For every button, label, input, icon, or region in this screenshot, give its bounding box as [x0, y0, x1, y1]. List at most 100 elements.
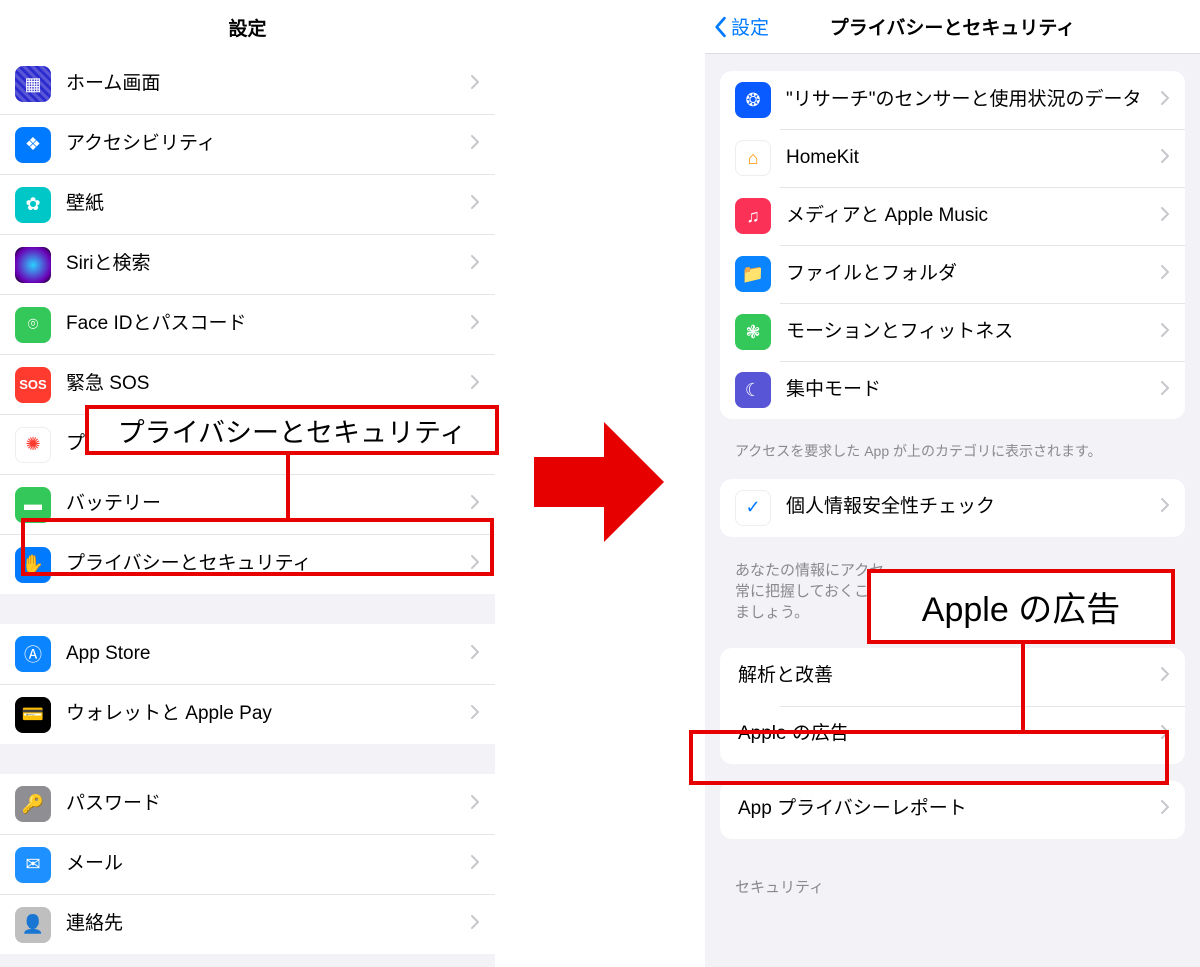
- chevron-right-icon: [1160, 799, 1170, 820]
- battery-icon: ▬: [15, 487, 51, 523]
- row-label: メール: [66, 852, 470, 877]
- row-label: Face IDとパスコード: [66, 312, 470, 337]
- home-screen-icon: ▦: [15, 66, 51, 102]
- row-label: アクセシビリティ: [66, 132, 470, 157]
- row-label: Apple の広告: [738, 722, 1160, 747]
- row-research[interactable]: ❂"リサーチ"のセンサーと使用状況のデータ: [720, 71, 1185, 129]
- safety-check-icon: ✓: [735, 490, 771, 526]
- focus-icon: ☾: [735, 372, 771, 408]
- row-label: 個人情報安全性チェック: [786, 495, 1160, 520]
- row-focus[interactable]: ☾ 集中モード: [720, 361, 1185, 419]
- row-label: 連絡先: [66, 912, 470, 937]
- row-contacts[interactable]: 👤 連絡先: [0, 894, 495, 954]
- homekit-icon: ⌂: [735, 140, 771, 176]
- row-app-store[interactable]: Ⓐ App Store: [0, 624, 495, 684]
- chevron-right-icon: [1160, 322, 1170, 343]
- accessibility-icon: ❖: [15, 127, 51, 163]
- mail-icon: ✉: [15, 847, 51, 883]
- chevron-right-icon: [470, 494, 480, 515]
- motion-icon: ❃: [735, 314, 771, 350]
- privacy-icon: ✋: [15, 547, 51, 583]
- row-label: App Store: [66, 642, 470, 667]
- chevron-right-icon: [1160, 148, 1170, 169]
- row-motion[interactable]: ❃ モーションとフィットネス: [720, 303, 1185, 361]
- row-label: ホーム画面: [66, 72, 470, 97]
- row-label: モーションとフィットネス: [786, 320, 1160, 345]
- row-wallpaper[interactable]: ✿ 壁紙: [0, 174, 495, 234]
- chevron-right-icon: [470, 704, 480, 725]
- chevron-right-icon: [470, 134, 480, 155]
- row-label: App プライバシーレポート: [738, 797, 1160, 822]
- page-title: 設定: [228, 14, 266, 41]
- chevron-right-icon: [1160, 90, 1170, 111]
- row-media[interactable]: ♫ メディアと Apple Music: [720, 187, 1185, 245]
- row-face-id[interactable]: ⌾Face IDとパスコード: [0, 294, 495, 354]
- row-label: ウォレットと Apple Pay: [66, 702, 470, 727]
- callout-connector: [1021, 644, 1025, 730]
- phone-privacy: 設定 プライバシーとセキュリティ ❂"リサーチ"のセンサーと使用状況のデータ⌂H…: [705, 0, 1200, 967]
- row-label: 解析と改善: [738, 664, 1160, 689]
- canvas: 設定 ▦ ホーム画面 ❖ アクセシビリティ ✿ 壁紙 Siriと検索⌾Face IDとパスコ…: [0, 0, 1200, 967]
- chevron-right-icon: [470, 854, 480, 875]
- row-apple-ads[interactable]: Apple の広告: [720, 706, 1185, 764]
- emergency-sos-icon: SOS: [15, 367, 51, 403]
- back-button[interactable]: 設定: [713, 13, 769, 40]
- row-safety-check[interactable]: ✓ 個人情報安全性チェック: [720, 479, 1185, 537]
- settings-group: 🔑パスワード ✉ メール 👤 連絡先: [0, 774, 495, 967]
- privacy-group-ads: 解析と改善 Apple の広告: [720, 648, 1185, 764]
- row-siri-search[interactable]: Siriと検索: [0, 234, 495, 294]
- section-header-security: セキュリティ: [705, 856, 1200, 897]
- row-analytics[interactable]: 解析と改善: [720, 648, 1185, 706]
- privacy-list[interactable]: ❂"リサーチ"のセンサーと使用状況のデータ⌂HomeKit ♫ メディアと Appl…: [705, 71, 1200, 897]
- row-passwords[interactable]: 🔑パスワード: [0, 774, 495, 834]
- chevron-right-icon: [1160, 724, 1170, 745]
- settings-group: Ⓐ App Store 💳 ウォレットと Apple Pay: [0, 624, 495, 774]
- row-privacy[interactable]: ✋ プライバシーとセキュリティ: [0, 534, 495, 594]
- callout-connector: [286, 455, 290, 518]
- row-home-screen[interactable]: ▦ ホーム画面: [0, 54, 495, 114]
- chevron-right-icon: [470, 314, 480, 335]
- privacy-group-apps: ❂"リサーチ"のセンサーと使用状況のデータ⌂HomeKit ♫ メディアと Appl…: [720, 71, 1185, 419]
- row-battery[interactable]: ▬バッテリー: [0, 474, 495, 534]
- row-label: プライバシーとセキュリティ: [66, 552, 470, 577]
- arrow-icon: [534, 422, 664, 542]
- chevron-right-icon: [1160, 264, 1170, 285]
- chevron-right-icon: [470, 374, 480, 395]
- back-label: 設定: [731, 13, 769, 40]
- media-icon: ♫: [735, 198, 771, 234]
- row-label: パスワード: [66, 792, 470, 817]
- phone-settings: 設定 ▦ ホーム画面 ❖ アクセシビリティ ✿ 壁紙 Siriと検索⌾Face IDとパスコ…: [0, 0, 495, 967]
- chevron-right-icon: [470, 194, 480, 215]
- chevron-right-icon: [1160, 380, 1170, 401]
- chevron-right-icon: [470, 254, 480, 275]
- callout-label: Apple の広告: [922, 582, 1120, 631]
- row-label: メディアと Apple Music: [786, 204, 1160, 229]
- chevron-left-icon: [713, 16, 727, 38]
- chevron-right-icon: [1160, 206, 1170, 227]
- exposure-icon: ✺: [15, 427, 51, 463]
- settings-list[interactable]: ▦ ホーム画面 ❖ アクセシビリティ ✿ 壁紙 Siriと検索⌾Face IDとパスコード S…: [0, 54, 495, 967]
- row-label: 壁紙: [66, 192, 470, 217]
- row-label: 集中モード: [786, 378, 1160, 403]
- siri-search-icon: [15, 247, 51, 283]
- settings-group: ▦ ホーム画面 ❖ アクセシビリティ ✿ 壁紙 Siriと検索⌾Face IDとパスコード S…: [0, 54, 495, 624]
- navbar-left: 設定: [0, 0, 495, 54]
- app-store-icon: Ⓐ: [15, 636, 51, 672]
- contacts-icon: 👤: [15, 907, 51, 943]
- row-wallet[interactable]: 💳 ウォレットと Apple Pay: [0, 684, 495, 744]
- callout-privacy-security: プライバシーとセキュリティ: [85, 405, 499, 455]
- row-privacy-report[interactable]: App プライバシーレポート: [720, 781, 1185, 839]
- privacy-group-safety: ✓ 個人情報安全性チェック: [720, 479, 1185, 537]
- wallpaper-icon: ✿: [15, 187, 51, 223]
- wallet-icon: 💳: [15, 697, 51, 733]
- privacy-group-report: App プライバシーレポート: [720, 781, 1185, 839]
- chevron-right-icon: [470, 794, 480, 815]
- row-files[interactable]: 📁ファイルとフォルダ: [720, 245, 1185, 303]
- files-icon: 📁: [735, 256, 771, 292]
- chevron-right-icon: [470, 554, 480, 575]
- row-label: "リサーチ"のセンサーと使用状況のデータ: [786, 88, 1160, 113]
- row-mail[interactable]: ✉ メール: [0, 834, 495, 894]
- row-accessibility[interactable]: ❖ アクセシビリティ: [0, 114, 495, 174]
- navbar-right: 設定 プライバシーとセキュリティ: [705, 0, 1200, 54]
- row-homekit[interactable]: ⌂HomeKit: [720, 129, 1185, 187]
